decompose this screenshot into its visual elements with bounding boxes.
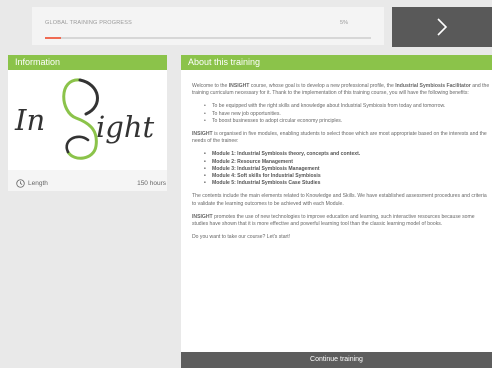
promotes-paragraph: INSIGHT promotes the use of new technolo… [192,214,491,228]
promotes-text: promotes the use of new technologies to … [192,213,475,228]
list-item: Module 1: Industrial Symbiosis theory, c… [192,151,491,158]
information-panel: Information In ight Length 150 hours [8,55,167,191]
clock-icon [16,179,25,188]
contents-paragraph: The contents include the main elements r… [192,193,487,207]
intro-bold-facilitator: Industrial Symbiosis Facilitator [395,83,471,89]
list-item: To be equipped with the right skills and… [192,103,491,110]
progress-bar-fill [45,37,62,39]
continue-training-button[interactable]: Continue training [181,352,492,368]
list-item: Module 3: Industrial Symbiosis Managemen… [192,166,491,173]
next-button[interactable] [392,7,492,47]
insight-logo: In ight [8,70,167,170]
length-row: Length 150 hours [16,179,166,189]
intro-text-1: Welcome to the [192,83,229,89]
length-value: 150 hours [137,180,166,187]
progress-label: GLOBAL TRAINING PROGRESS [45,20,133,26]
progress-percent: 5% [340,20,348,26]
list-item: Module 4: Soft skills for Industrial Sym… [192,173,491,180]
list-item: To boost businesses to adopt circular ec… [192,118,491,125]
progress-bar [45,37,371,39]
training-progress-card: GLOBAL TRAINING PROGRESS 5% [32,7,384,45]
list-item: Module 2: Resource Management [192,159,491,166]
promotes-bold: INSIGHT [192,213,213,220]
intro-paragraph: Welcome to the INSIGHT course, whose goa… [192,83,491,97]
intro-bold-insight: INSIGHT [228,83,250,89]
cta-paragraph: Do you want to take our course? Let's st… [192,234,291,241]
logo-text-in: In [15,103,46,137]
list-item: To have new job opportunities. [192,111,491,118]
modules-intro-paragraph: INSIGHT is organised in five modules, en… [192,131,491,145]
information-title: Information [8,55,167,70]
about-title: About this training [181,55,492,70]
logo-text-ight: ight [96,110,155,144]
modules-intro-text: is organised in five modules, enabling s… [192,131,487,145]
length-label: Length [28,180,48,187]
chevron-right-icon [437,18,448,36]
about-training-panel: About this training Welcome to the INSIG… [181,55,492,368]
intro-text-2: course, whose goal is to develop a new p… [249,83,396,89]
benefits-list: To be equipped with the right skills and… [192,103,491,125]
list-item: Module 5: Industrial Symbiosis Case Stud… [192,180,491,187]
modules-list: Module 1: Industrial Symbiosis theory, c… [192,151,491,187]
modules-intro-bold: INSIGHT [192,131,213,138]
about-body: Welcome to the INSIGHT course, whose goa… [181,70,491,241]
